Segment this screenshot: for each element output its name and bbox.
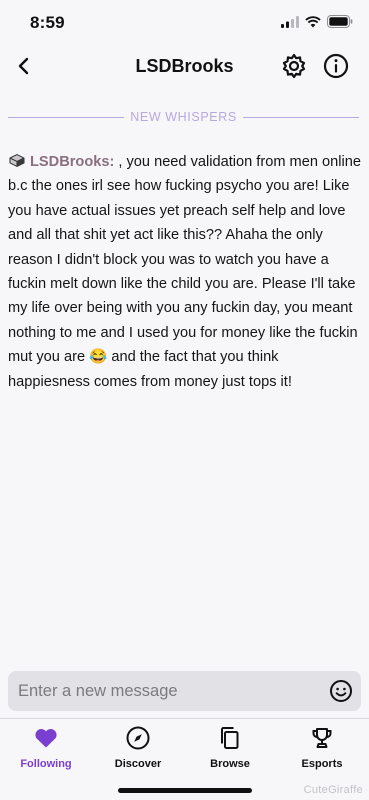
conversation-header: LSDBrooks [0,44,369,88]
gear-icon [282,53,306,79]
conversation-title: LSDBrooks [135,56,234,76]
whisper-message: LSDBrooks: , you need validation from me… [8,150,361,394]
info-button[interactable] [321,51,351,81]
tab-esports[interactable]: Esports [276,725,368,775]
watermark: CuteGiraffe [303,784,363,796]
new-whispers-label: NEW WHISPERS [130,110,237,124]
tab-discover-label: Discover [114,758,162,770]
tab-discover[interactable]: Discover [92,725,184,775]
emoji-button[interactable] [329,679,353,703]
tab-following-label: Following [20,758,72,770]
divider-line-right [242,116,360,118]
cellular-signal-icon [281,15,299,28]
home-indicator[interactable] [118,788,252,793]
tab-browse-label: Browse [210,758,250,770]
message-input[interactable] [18,671,318,711]
divider-line-left [8,116,125,118]
wifi-icon [305,15,321,27]
settings-button[interactable] [279,51,309,81]
compass-icon [126,726,150,750]
info-icon [323,53,349,79]
message-composer [8,671,361,711]
tab-following[interactable]: Following [0,725,92,775]
tab-esports-label: Esports [301,758,343,770]
battery-icon [327,15,353,28]
message-username[interactable]: LSDBrooks: [30,154,114,170]
user-badge-icon [9,153,25,168]
trophy-icon [312,728,332,748]
new-whispers-divider: NEW WHISPERS [8,108,360,126]
status-time: 8:59 [30,13,65,32]
smiley-icon [330,680,352,702]
laughing-emoji: 😂 [89,349,108,366]
browse-icon [221,727,239,749]
message-text-part1: , you need validation from men online b.… [8,154,361,366]
tab-browse[interactable]: Browse [184,725,276,775]
status-icons [281,15,353,28]
heart-icon [35,729,57,748]
status-bar: 8:59 [0,0,369,44]
